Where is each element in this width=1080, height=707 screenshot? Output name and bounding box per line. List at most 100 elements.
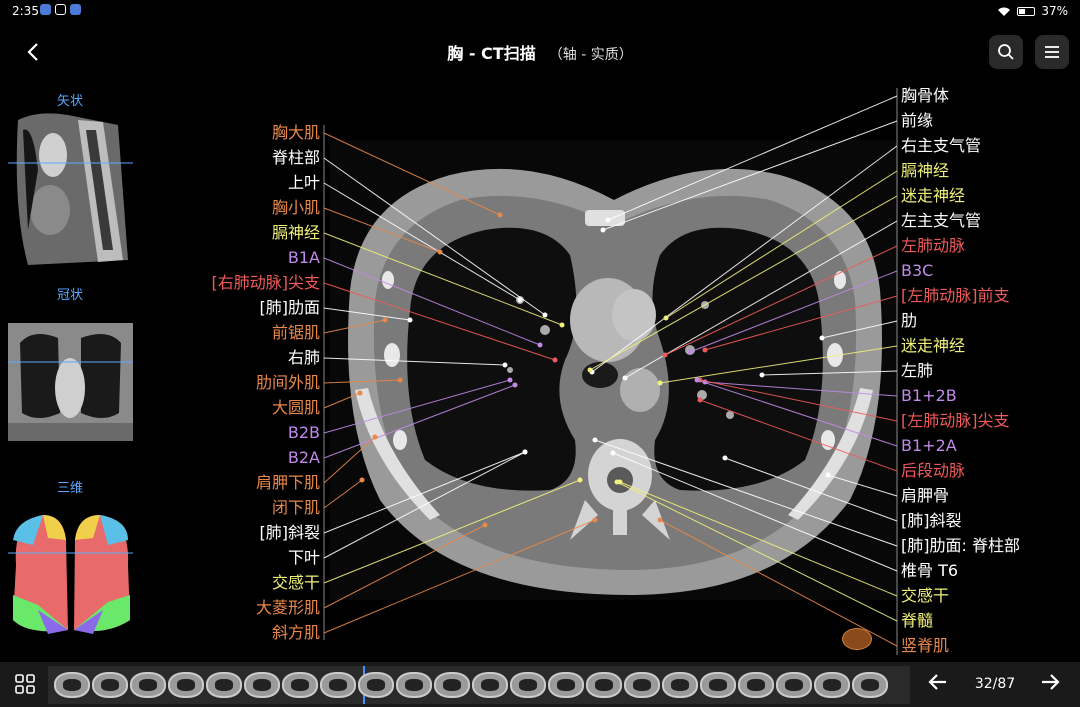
status-right: 37% (997, 4, 1068, 18)
slice-thumbnail[interactable] (510, 672, 546, 698)
app-notification-icon (40, 4, 51, 15)
slice-thumbnail[interactable] (776, 672, 812, 698)
slice-thumbnail[interactable] (434, 672, 470, 698)
coronal-label: 冠状 (56, 288, 83, 303)
page-subtitle: （轴 - 实质） (548, 47, 633, 63)
sagittal-thumbnail[interactable] (8, 110, 133, 268)
next-slice-button[interactable] (1038, 670, 1062, 700)
slice-thumbnail[interactable] (92, 672, 128, 698)
arrow-right-icon (1042, 674, 1060, 690)
slice-thumbnail[interactable] (206, 672, 242, 698)
battery-percent: 37% (1041, 4, 1068, 18)
coronal-thumbnail[interactable] (8, 323, 133, 441)
right-label[interactable]: 右主支气管 (901, 136, 981, 156)
left-label[interactable]: 大菱形肌 (256, 598, 320, 618)
three-d-label: 三维 (56, 481, 83, 496)
left-label[interactable]: 闭下肌 (272, 498, 320, 518)
left-label[interactable]: [右肺动脉]尖支 (212, 273, 321, 293)
right-label[interactable]: 左肺 (901, 361, 933, 381)
right-label[interactable]: 前缘 (901, 111, 933, 131)
left-label[interactable]: 斜方肌 (272, 623, 320, 643)
three-d-thumbnail[interactable] (8, 510, 133, 635)
slice-thumbnail[interactable] (358, 672, 394, 698)
right-label[interactable]: 脊髓 (901, 611, 933, 631)
left-label[interactable]: [肺]斜裂 (260, 523, 321, 543)
slice-thumbnail[interactable] (586, 672, 622, 698)
slice-thumbnail[interactable] (54, 672, 90, 698)
left-label[interactable]: 上叶 (288, 173, 320, 193)
slice-thumbnail[interactable] (244, 672, 280, 698)
right-label[interactable]: 迷走神经 (901, 336, 965, 356)
right-label[interactable]: 迷走神经 (901, 186, 965, 206)
right-label[interactable]: [左肺动脉]尖支 (901, 411, 1010, 431)
slice-thumbnail[interactable] (396, 672, 432, 698)
right-label[interactable]: B1+2A (901, 436, 957, 456)
right-label[interactable]: 左主支气管 (901, 211, 981, 231)
slice-thumbnail[interactable] (168, 672, 204, 698)
left-label[interactable]: 肋间外肌 (256, 373, 320, 393)
slice-thumbnail[interactable] (700, 672, 736, 698)
prev-slice-button[interactable] (926, 670, 950, 700)
slice-thumbnail[interactable] (662, 672, 698, 698)
left-label[interactable]: 肩胛下肌 (256, 473, 320, 493)
page-title: 胸 - CT扫描 (447, 44, 536, 63)
left-label[interactable]: 右肺 (288, 348, 320, 368)
left-label[interactable]: B2B (288, 423, 320, 443)
right-label[interactable]: 膈神经 (901, 161, 949, 181)
left-label[interactable]: 脊柱部 (272, 148, 320, 168)
slice-thumbnail[interactable] (548, 672, 584, 698)
slice-thumbnail[interactable] (320, 672, 356, 698)
right-label[interactable]: 胸骨体 (901, 86, 949, 106)
wifi-icon (998, 7, 1011, 16)
message-notification-icon (70, 4, 81, 15)
notification-icons (40, 4, 81, 15)
slice-thumbnail[interactable] (814, 672, 850, 698)
left-label[interactable]: 膈神经 (272, 223, 320, 243)
tiktok-notification-icon (55, 4, 66, 15)
header: 胸 - CT扫描 （轴 - 实质） (0, 22, 1080, 82)
title-wrap: 胸 - CT扫描 （轴 - 实质） (0, 40, 1080, 64)
right-label[interactable]: [肺]斜裂 (901, 511, 962, 531)
bottom-bar: 32/87 (0, 662, 1080, 707)
grid-icon (15, 674, 35, 694)
left-label[interactable]: 前锯肌 (272, 323, 320, 343)
arrow-left-icon (928, 674, 946, 690)
left-label[interactable]: 大圆肌 (272, 398, 320, 418)
status-bar: 2:35 37% (0, 0, 1080, 22)
slice-thumbnail[interactable] (130, 672, 166, 698)
ct-axial-image[interactable] (330, 140, 898, 600)
left-label[interactable]: 胸大肌 (272, 123, 320, 143)
slice-counter: 32/87 (974, 676, 1016, 692)
right-label[interactable]: [肺]肋面: 脊柱部 (901, 536, 1020, 556)
slice-thumbnail[interactable] (472, 672, 508, 698)
right-label[interactable]: 左肺动脉 (901, 236, 965, 256)
hamburger-icon (1045, 46, 1059, 58)
grid-view-button[interactable] (14, 673, 36, 695)
left-label[interactable]: 交感干 (272, 573, 320, 593)
right-label[interactable]: 椎骨 T6 (901, 561, 958, 581)
watermark-logo (842, 628, 872, 650)
right-label[interactable]: 肋 (901, 311, 917, 331)
right-label[interactable]: B1+2B (901, 386, 957, 406)
right-label[interactable]: 后段动脉 (901, 461, 965, 481)
left-label[interactable]: [肺]肋面 (260, 298, 321, 318)
menu-button[interactable] (1035, 35, 1069, 69)
right-label[interactable]: 肩胛骨 (901, 486, 949, 506)
search-icon (998, 44, 1014, 60)
left-label[interactable]: 胸小肌 (272, 198, 320, 218)
battery-icon (1017, 6, 1036, 16)
slice-thumbnail[interactable] (624, 672, 660, 698)
search-button[interactable] (989, 35, 1023, 69)
slice-thumbnail[interactable] (738, 672, 774, 698)
right-label[interactable]: 竖脊肌 (901, 636, 949, 656)
left-label[interactable]: B2A (288, 448, 320, 468)
right-label[interactable]: B3C (901, 261, 933, 281)
left-label[interactable]: B1A (288, 248, 320, 268)
slice-thumbnail[interactable] (282, 672, 318, 698)
sagittal-label: 矢状 (56, 94, 83, 109)
left-label[interactable]: 下叶 (288, 548, 320, 568)
right-label[interactable]: 交感干 (901, 586, 949, 606)
right-label[interactable]: [左肺动脉]前支 (901, 286, 1010, 306)
slice-thumbnail[interactable] (852, 672, 888, 698)
slice-strip[interactable] (48, 666, 910, 704)
